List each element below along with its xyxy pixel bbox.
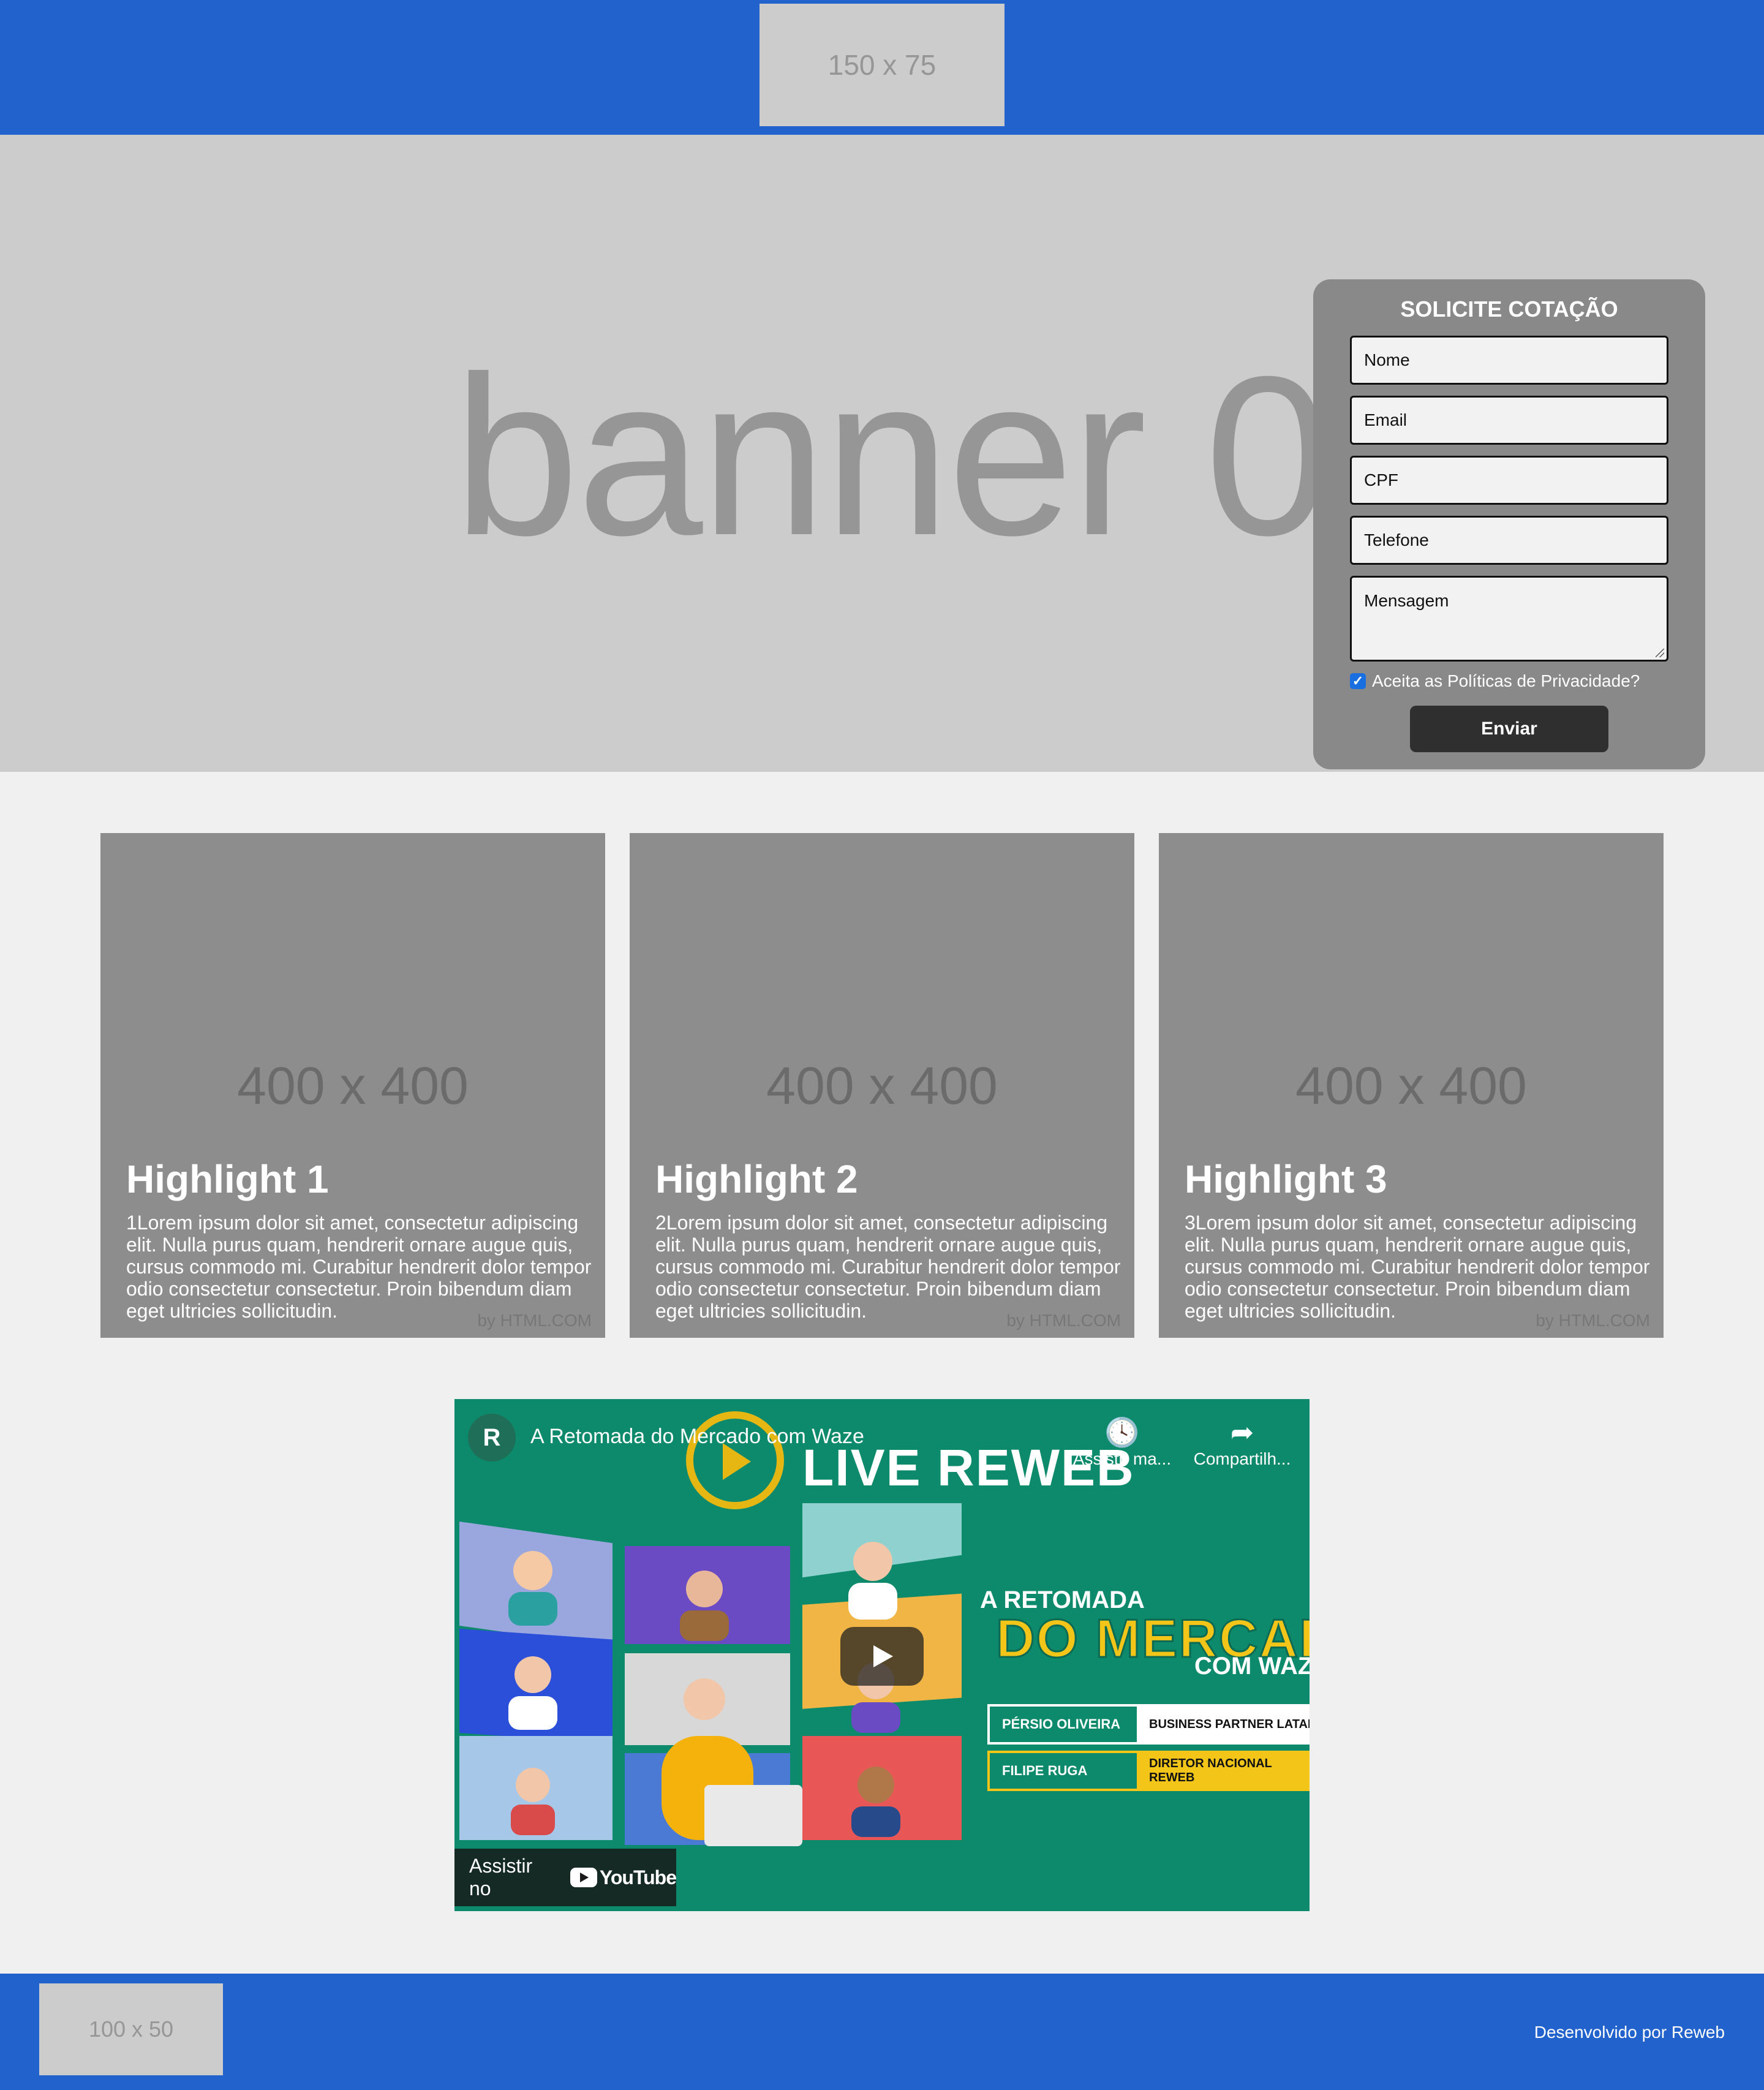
footer-credit[interactable]: Desenvolvido por Reweb: [1534, 2023, 1725, 2042]
watermark: by HTML.COM: [1536, 1311, 1650, 1330]
highlight-card[interactable]: 400 x 400 Highlight 2 2Lorem ipsum dolor…: [630, 833, 1134, 1338]
image-placeholder: 400 x 400: [766, 1057, 998, 1115]
share-label: Compartilh...: [1193, 1449, 1291, 1468]
speaker-name: FILIPE RUGA: [990, 1753, 1137, 1789]
play-icon: [873, 1645, 893, 1667]
watermark: by HTML.COM: [477, 1311, 592, 1330]
highlight-card[interactable]: 400 x 400 Highlight 3 3Lorem ipsum dolor…: [1159, 833, 1664, 1338]
highlight-text: 2Lorem ipsum dolor sit amet, consectetur…: [655, 1212, 1121, 1322]
resize-grip-icon[interactable]: [1656, 649, 1664, 657]
image-placeholder: 400 x 400: [1295, 1057, 1527, 1115]
watermark: by HTML.COM: [1006, 1311, 1121, 1330]
name-field[interactable]: Nome: [1350, 336, 1668, 385]
email-field[interactable]: Email: [1350, 396, 1668, 445]
share-button[interactable]: ➦ Compartilh...: [1187, 1415, 1297, 1469]
privacy-label[interactable]: Aceita as Políticas de Privacidade?: [1372, 671, 1640, 691]
speaker-name: PÉRSIO OLIVEIRA: [990, 1707, 1137, 1742]
logo-placeholder[interactable]: 150 x 75: [760, 4, 1005, 126]
live-play-icon: [723, 1443, 751, 1480]
submit-button[interactable]: Enviar: [1410, 706, 1608, 752]
message-placeholder: Mensagem: [1364, 591, 1449, 610]
highlight-title: Highlight 3: [1185, 1157, 1387, 1201]
site-header: 150 x 75: [0, 0, 1764, 135]
image-placeholder: 400 x 400: [237, 1057, 469, 1115]
youtube-wordmark: YouTube: [599, 1866, 677, 1888]
privacy-row: ✓ Aceita as Políticas de Privacidade?: [1350, 671, 1640, 691]
watch-on-youtube-button[interactable]: Assistir no YouTube: [454, 1849, 677, 1906]
site-footer: 100 x 50 Desenvolvido por Reweb: [0, 1974, 1764, 2090]
highlight-title: Highlight 2: [655, 1157, 858, 1201]
share-arrow-icon: ➦: [1230, 1416, 1254, 1448]
youtube-play-icon: [570, 1868, 597, 1887]
speaker-role: DIRETOR NACIONAL REWEB: [1137, 1753, 1310, 1789]
headline-sub: COM WAZE: [1194, 1653, 1310, 1680]
youtube-logo: YouTube: [570, 1866, 677, 1889]
highlight-text: 1Lorem ipsum dolor sit amet, consectetur…: [126, 1212, 592, 1322]
message-field[interactable]: Mensagem: [1350, 576, 1668, 662]
speaker-row: PÉRSIO OLIVEIRA BUSINESS PARTNER LATAM: [987, 1704, 1310, 1745]
footer-logo-placeholder[interactable]: 100 x 50: [39, 1983, 223, 2075]
watch-later-button[interactable]: 🕓 Assistir ma...: [1067, 1415, 1177, 1469]
phone-field[interactable]: Telefone: [1350, 516, 1668, 565]
privacy-checkbox[interactable]: ✓: [1350, 673, 1366, 689]
channel-avatar[interactable]: R: [468, 1414, 516, 1462]
watch-on-label: Assistir no: [469, 1855, 533, 1899]
video-title[interactable]: A Retomada do Mercado com Waze: [530, 1425, 864, 1449]
banner-text: banner 01: [453, 330, 1454, 583]
hero-banner: banner 01 SOLICITE COTAÇÃO Nome Email CP…: [0, 135, 1764, 772]
form-title: SOLICITE COTAÇÃO: [1400, 296, 1618, 322]
speaker-role: BUSINESS PARTNER LATAM: [1137, 1707, 1310, 1742]
highlight-text: 3Lorem ipsum dolor sit amet, consectetur…: [1185, 1212, 1650, 1322]
speaker-row: FILIPE RUGA DIRETOR NACIONAL REWEB: [987, 1751, 1310, 1791]
play-button[interactable]: [840, 1627, 924, 1686]
youtube-embed[interactable]: LIVE REWEB R A Retomada do Mercado com W…: [454, 1399, 1310, 1911]
clock-icon: 🕓: [1104, 1416, 1140, 1448]
watch-later-label: Assistir ma...: [1072, 1449, 1172, 1468]
quote-form: SOLICITE COTAÇÃO Nome Email CPF Telefone…: [1313, 279, 1705, 769]
highlight-title: Highlight 1: [126, 1157, 329, 1201]
highlight-card[interactable]: 400 x 400 Highlight 1 1Lorem ipsum dolor…: [100, 833, 605, 1338]
cpf-field[interactable]: CPF: [1350, 456, 1668, 505]
